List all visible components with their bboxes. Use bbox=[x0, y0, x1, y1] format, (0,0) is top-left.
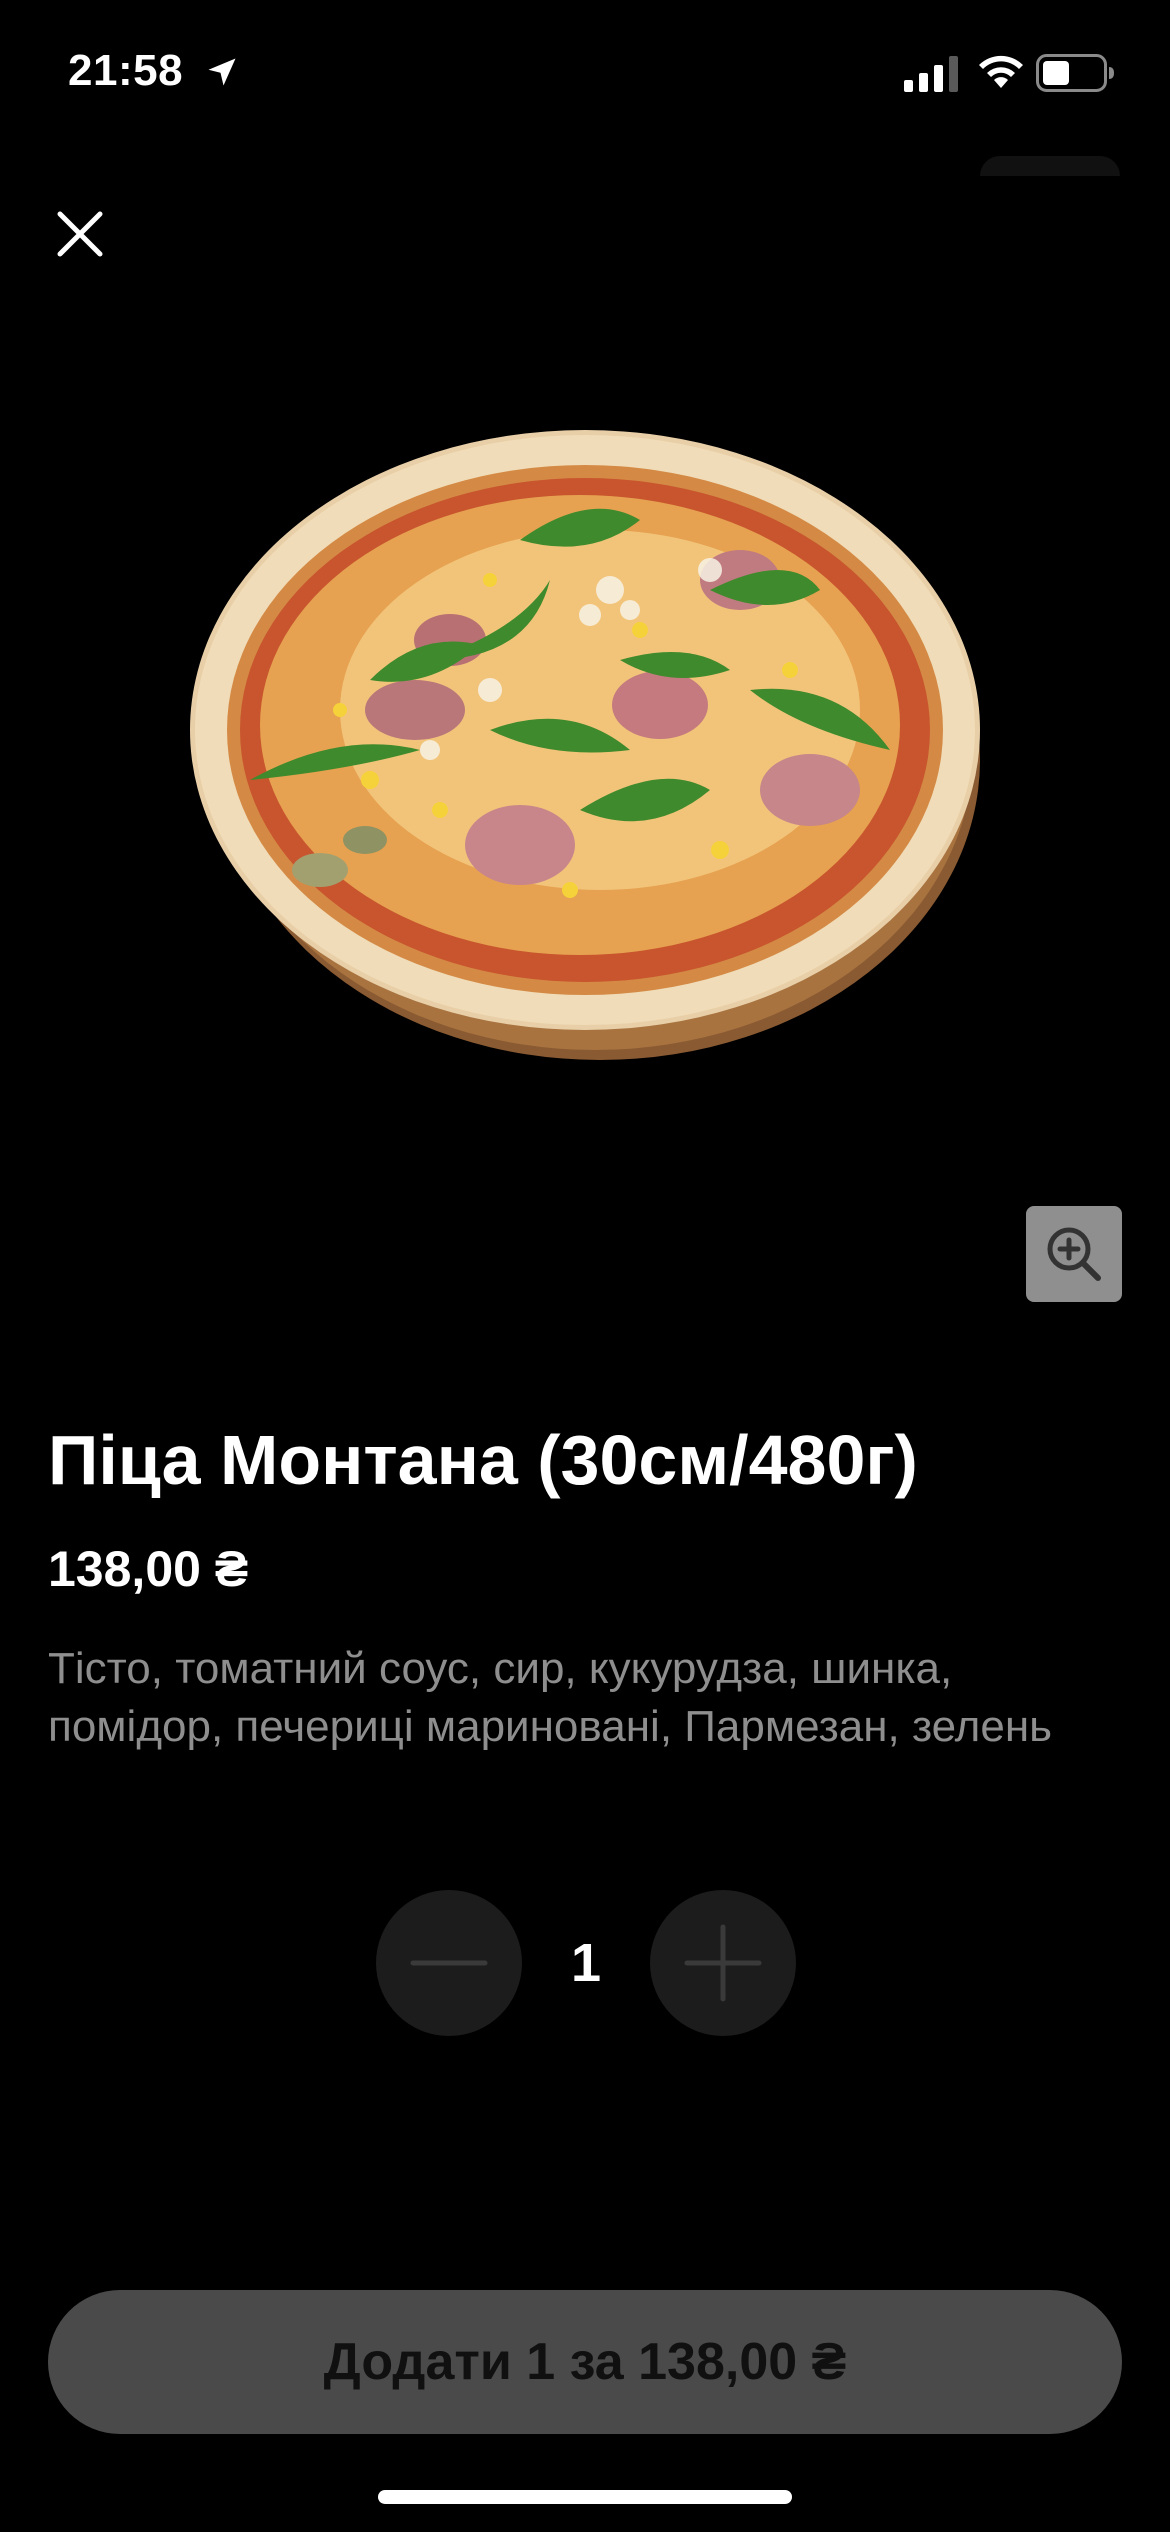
decrease-quantity-button[interactable] bbox=[376, 1890, 522, 2036]
product-title: Піца Монтана (30см/480г) bbox=[48, 1421, 918, 1499]
zoom-in-icon bbox=[1047, 1227, 1101, 1281]
product-price: 138,00 ₴ bbox=[48, 1541, 249, 1597]
top-right-peek bbox=[980, 156, 1120, 176]
product-description: Тісто, томатний соус, сир, кукурудза, ши… bbox=[48, 1644, 1053, 1751]
location-arrow-icon bbox=[208, 58, 236, 86]
increase-quantity-button[interactable] bbox=[650, 1890, 796, 2036]
zoom-button[interactable] bbox=[1026, 1206, 1122, 1302]
pizza-image bbox=[190, 430, 980, 1060]
quantity-stepper: 1 bbox=[376, 1890, 796, 2036]
cellular-signal-icon bbox=[904, 56, 958, 92]
add-to-cart-label: Додати 1 за 138,00 ₴ bbox=[323, 2333, 847, 2391]
battery-icon bbox=[1036, 54, 1114, 92]
wifi-icon bbox=[979, 55, 1023, 88]
status-bar: 21:58 bbox=[0, 0, 1170, 150]
plus-icon bbox=[684, 1924, 762, 2002]
home-indicator[interactable] bbox=[378, 2490, 792, 2504]
quantity-value: 1 bbox=[570, 1933, 602, 1993]
status-time: 21:58 bbox=[68, 46, 184, 95]
close-icon bbox=[57, 211, 103, 257]
add-to-cart-button[interactable]: Додати 1 за 138,00 ₴ bbox=[48, 2290, 1122, 2434]
close-button[interactable] bbox=[46, 200, 114, 268]
minus-icon bbox=[410, 1960, 488, 1966]
